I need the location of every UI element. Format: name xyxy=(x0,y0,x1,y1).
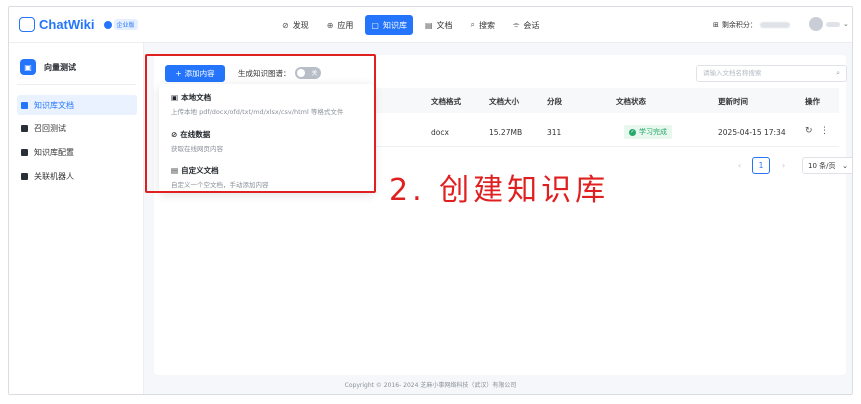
nav-label: 知识库 xyxy=(382,20,407,30)
nav-sessions[interactable]: ⌯ 会话 xyxy=(507,15,545,35)
sidebar-item-robots[interactable]: 关联机器人 xyxy=(17,166,137,186)
points-value-redacted xyxy=(759,22,790,28)
column-header-updated: 更新时间 xyxy=(718,97,748,106)
sidebar-item-recall-test[interactable]: 召回测试 xyxy=(17,118,137,138)
chatwiki-logo-icon xyxy=(19,17,35,32)
apps-icon: ⊕ xyxy=(326,20,334,30)
search-input[interactable]: 请输入文档名称搜索 ⌕ xyxy=(696,65,847,82)
app-name: ChatWiki xyxy=(39,17,95,32)
nav-label: 应用 xyxy=(337,20,354,30)
nav-discover[interactable]: ⊘ 发现 xyxy=(276,15,315,35)
chat-icon: ⌯ xyxy=(513,20,520,29)
main-nav: ⊘ 发现 ⊕ 应用 ▢ 知识库 ▤ 文档 ⌕ 搜索 ⌯ 会话 xyxy=(276,15,545,35)
nav-label: 发现 xyxy=(292,20,309,30)
nav-label: 搜索 xyxy=(479,20,496,30)
next-page-icon[interactable]: › xyxy=(782,161,785,170)
nav-label: 文档 xyxy=(436,20,453,30)
nav-label: 会话 xyxy=(523,20,540,30)
edition-dot-icon xyxy=(103,20,112,29)
sidebar-item-label: 关联机器人 xyxy=(34,171,74,181)
column-header-size: 文档大小 xyxy=(489,97,519,106)
knowledge-base-icon: ▣ xyxy=(20,59,36,75)
column-header-segments: 分段 xyxy=(547,97,562,106)
status-badge: ✓ 学习完成 xyxy=(624,125,672,139)
annotation-step-label: 2. 创建知识库 xyxy=(389,173,610,208)
cell-segments: 311 xyxy=(547,128,562,137)
sidebar-item-label: 召回测试 xyxy=(34,123,66,133)
prev-page-icon[interactable]: ‹ xyxy=(738,161,741,170)
cell-size: 15.27MB xyxy=(489,128,523,137)
sidebar-item-documents[interactable]: 知识库文档 xyxy=(17,95,137,115)
user-menu[interactable]: ⌄ xyxy=(809,17,849,31)
sidebar: ▣ 向量测试 知识库文档 召回测试 知识库配置 关联机器人 xyxy=(9,43,144,394)
logo[interactable]: ChatWiki 企业版 xyxy=(19,17,138,32)
chevron-down-icon: ⌄ xyxy=(843,20,849,28)
robot-icon xyxy=(21,172,28,180)
search-icon: ⌕ xyxy=(836,69,840,77)
edition-badge: 企业版 xyxy=(103,19,138,30)
page-size-select[interactable]: 10 条/页 ⌄ xyxy=(802,157,852,174)
config-icon xyxy=(21,148,28,156)
status-label: 学习完成 xyxy=(639,128,667,136)
column-header-status: 文档状态 xyxy=(616,97,646,106)
username-redacted xyxy=(826,21,840,27)
refresh-icon[interactable]: ↻ xyxy=(805,126,813,136)
footer-copyright: Copyright © 2016- 2024 芝麻小事网络科技（武汉）有限公司 xyxy=(344,382,517,389)
document-icon: ▤ xyxy=(424,20,433,30)
recall-icon xyxy=(21,124,28,132)
column-header-format: 文档格式 xyxy=(431,97,461,106)
compass-icon: ⊘ xyxy=(282,20,289,30)
sidebar-item-label: 知识库配置 xyxy=(34,147,74,157)
more-icon[interactable]: ⋮ xyxy=(820,126,829,136)
check-icon: ✓ xyxy=(629,128,636,136)
search-icon: ⌕ xyxy=(470,20,476,29)
sidebar-item-label: 知识库文档 xyxy=(34,100,74,110)
page-number-current[interactable]: 1 xyxy=(752,157,770,174)
points-display: ⊞ 剩余积分： xyxy=(713,20,790,30)
book-icon: ▢ xyxy=(371,20,379,30)
divider xyxy=(17,84,136,85)
sidebar-item-config[interactable]: 知识库配置 xyxy=(17,142,137,162)
nav-documents[interactable]: ▤ 文档 xyxy=(419,15,459,35)
chevron-down-icon: ⌄ xyxy=(842,161,848,170)
points-icon: ⊞ xyxy=(713,21,719,29)
knowledge-base-title: ▣ 向量测试 xyxy=(20,59,76,75)
edition-label: 企业版 xyxy=(113,19,138,30)
documents-icon xyxy=(21,101,28,109)
nav-search[interactable]: ⌕ 搜索 xyxy=(465,15,501,35)
search-placeholder: 请输入文档名称搜索 xyxy=(703,69,762,77)
avatar xyxy=(809,17,823,31)
cell-updated: 2025-04-15 17:34 xyxy=(718,128,786,137)
page-size-value: 10 条/页 xyxy=(808,161,836,170)
nav-apps[interactable]: ⊕ 应用 xyxy=(321,15,360,35)
column-header-actions: 操作 xyxy=(805,97,820,106)
nav-knowledge-base[interactable]: ▢ 知识库 xyxy=(365,15,413,35)
annotation-highlight-box xyxy=(145,54,376,193)
knowledge-base-name: 向量测试 xyxy=(44,62,76,72)
cell-format: docx xyxy=(431,128,449,137)
points-label: 剩余积分： xyxy=(721,21,757,29)
top-bar: ChatWiki 企业版 ⊘ 发现 ⊕ 应用 ▢ 知识库 ▤ 文档 ⌕ 搜索 ⌯… xyxy=(9,7,852,43)
